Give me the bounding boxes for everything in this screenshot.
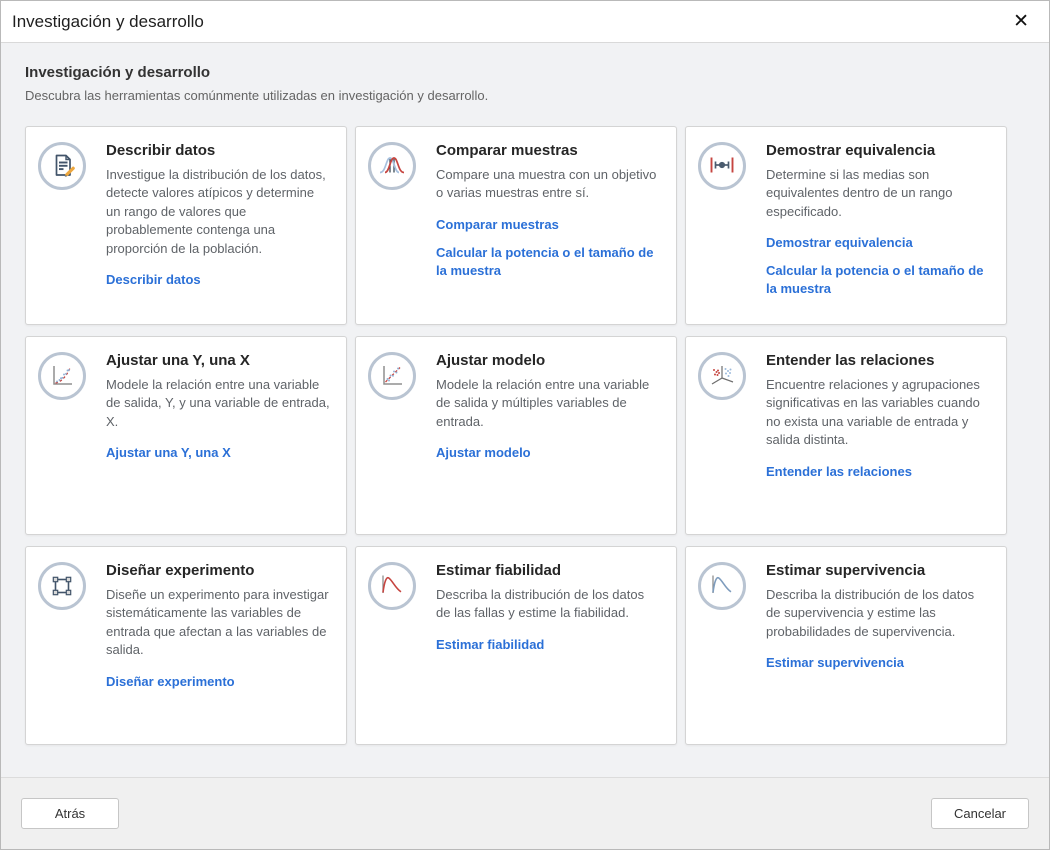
dialog-content: Investigación y desarrollo Descubra las … — [1, 43, 1049, 777]
card-description: Modele la relación entre una variable de… — [106, 376, 330, 431]
disenar-experimento-link[interactable]: Diseñar experimento — [106, 673, 330, 691]
card-describe-data: Describir datos Investigue la distribuci… — [25, 126, 347, 325]
card-title: Entender las relaciones — [766, 352, 990, 369]
card-compare-samples: Comparar muestras Compare una muestra co… — [355, 126, 677, 325]
cancel-button[interactable]: Cancelar — [931, 798, 1029, 829]
relationships-3d-scatter-icon — [698, 352, 746, 400]
card-fit-one-y-one-x: Ajustar una Y, una X Modele la relación … — [25, 336, 347, 535]
card-title: Describir datos — [106, 142, 330, 159]
card-title: Diseñar experimento — [106, 562, 330, 579]
page-title: Investigación y desarrollo — [25, 64, 1025, 81]
ajustar-modelo-link[interactable]: Ajustar modelo — [436, 444, 660, 462]
dialog-footer: Atrás Cancelar — [1, 777, 1049, 849]
page-subtitle: Descubra las herramientas comúnmente uti… — [25, 88, 1025, 103]
entender-las-relaciones-link[interactable]: Entender las relaciones — [766, 463, 990, 481]
card-title: Ajustar modelo — [436, 352, 660, 369]
card-title: Demostrar equivalencia — [766, 142, 990, 159]
cards-grid: Describir datos Investigue la distribuci… — [25, 126, 1025, 745]
card-description: Describa la distribución de los datos de… — [436, 586, 660, 623]
card-fit-model: Ajustar modelo Modele la relación entre … — [355, 336, 677, 535]
calcular-potencia-link[interactable]: Calcular la potencia o el tamaño de la m… — [766, 262, 990, 298]
card-design-experiment: Diseñar experimento Diseñe un experiment… — [25, 546, 347, 745]
dialog-title: Investigación y desarrollo — [12, 12, 1007, 32]
card-description: Describa la distribución de los datos de… — [766, 586, 990, 641]
demostrar-equivalencia-link[interactable]: Demostrar equivalencia — [766, 234, 990, 252]
card-title: Comparar muestras — [436, 142, 660, 159]
back-button[interactable]: Atrás — [21, 798, 119, 829]
dialog-titlebar: Investigación y desarrollo ✕ — [1, 1, 1049, 43]
card-estimate-survival: Estimar supervivencia Describa la distri… — [685, 546, 1007, 745]
card-description: Investigue la distribución de los datos,… — [106, 166, 330, 258]
card-title: Estimar supervivencia — [766, 562, 990, 579]
estimar-fiabilidad-link[interactable]: Estimar fiabilidad — [436, 636, 660, 654]
card-description: Compare una muestra con un objetivo o va… — [436, 166, 660, 203]
survival-curve-icon — [698, 562, 746, 610]
estimar-supervivencia-link[interactable]: Estimar supervivencia — [766, 654, 990, 672]
equivalence-icon — [698, 142, 746, 190]
describir-datos-link[interactable]: Describir datos — [106, 271, 330, 289]
card-title: Estimar fiabilidad — [436, 562, 660, 579]
calcular-potencia-link[interactable]: Calcular la potencia o el tamaño de la m… — [436, 244, 660, 280]
fit-one-y-one-x-icon — [38, 352, 86, 400]
close-icon[interactable]: ✕ — [1007, 8, 1035, 35]
design-experiment-icon — [38, 562, 86, 610]
reliability-curve-icon — [368, 562, 416, 610]
card-title: Ajustar una Y, una X — [106, 352, 330, 369]
card-description: Encuentre relaciones y agrupaciones sign… — [766, 376, 990, 450]
card-description: Modele la relación entre una variable de… — [436, 376, 660, 431]
card-description: Diseñe un experimento para investigar si… — [106, 586, 330, 660]
card-demonstrate-equivalence: Demostrar equivalencia Determine si las … — [685, 126, 1007, 325]
fit-model-icon — [368, 352, 416, 400]
ajustar-una-y-una-x-link[interactable]: Ajustar una Y, una X — [106, 444, 330, 462]
card-understand-relationships: Entender las relaciones Encuentre relaci… — [685, 336, 1007, 535]
card-description: Determine si las medias son equivalentes… — [766, 166, 990, 221]
research-development-dialog: Investigación y desarrollo ✕ Investigaci… — [0, 0, 1050, 850]
comparar-muestras-link[interactable]: Comparar muestras — [436, 216, 660, 234]
card-estimate-reliability: Estimar fiabilidad Describa la distribuc… — [355, 546, 677, 745]
compare-samples-icon — [368, 142, 416, 190]
describe-data-icon — [38, 142, 86, 190]
